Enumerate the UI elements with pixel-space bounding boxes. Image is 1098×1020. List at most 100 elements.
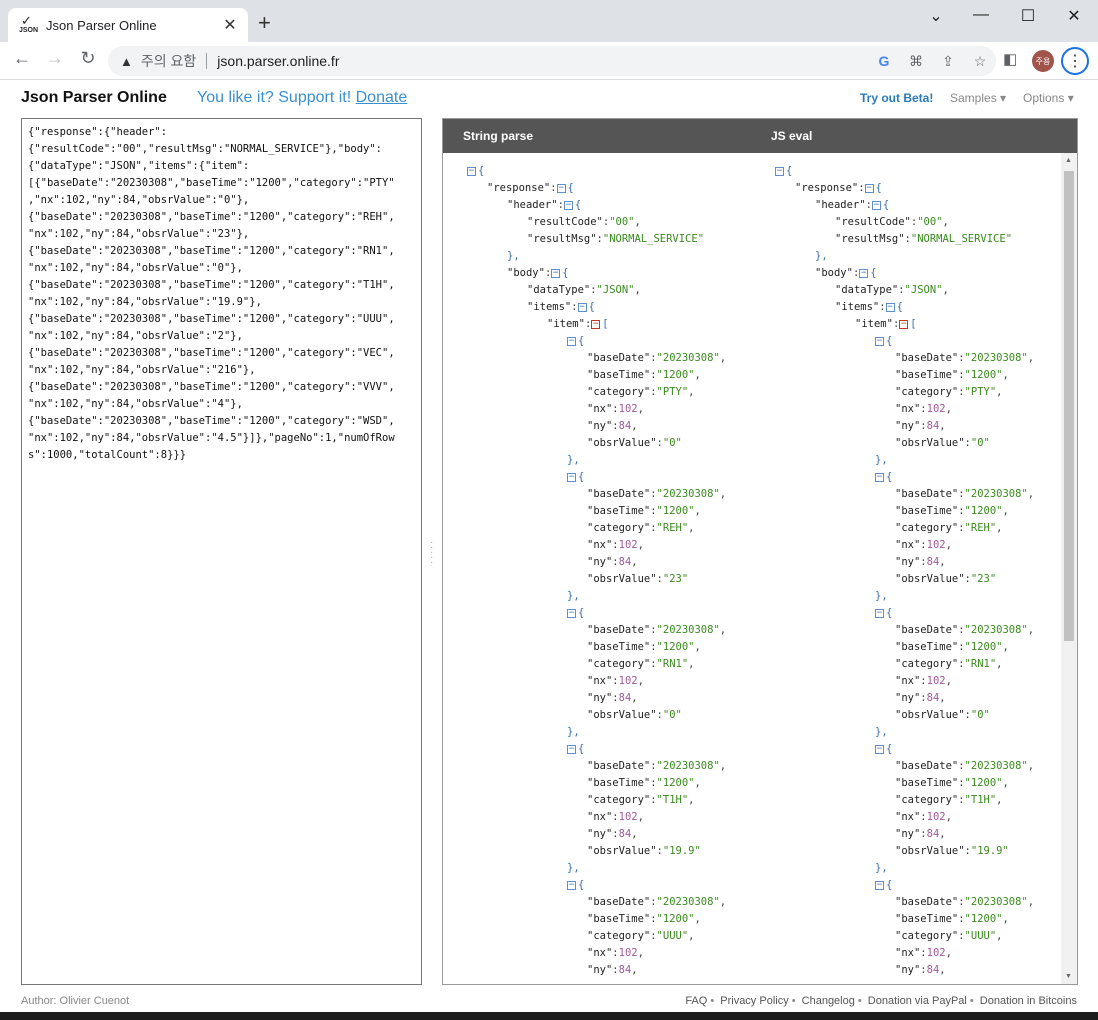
- collapse-toggle-icon[interactable]: −: [775, 166, 784, 176]
- tree-line: "header": −{: [775, 197, 1034, 214]
- tree-punctuation: ,: [688, 386, 695, 398]
- tree-line: "category":"PTY",: [467, 384, 726, 401]
- try-beta-link[interactable]: Try out Beta!: [860, 91, 933, 105]
- google-lens-icon[interactable]: G: [868, 53, 900, 69]
- collapse-toggle-icon[interactable]: −: [567, 744, 576, 754]
- tree-line: −{: [775, 605, 1034, 622]
- collapse-toggle-icon[interactable]: −: [899, 319, 909, 329]
- side-panel-icon[interactable]: ◧: [1003, 50, 1017, 68]
- share-icon[interactable]: ⇪: [932, 53, 964, 70]
- tree-punctuation: ,: [1027, 352, 1035, 364]
- minimize-icon[interactable]: —: [966, 6, 996, 24]
- collapse-toggle-icon[interactable]: −: [567, 336, 576, 346]
- scrollbar-thumb[interactable]: [1064, 171, 1074, 641]
- tree-line: },: [775, 860, 1034, 877]
- collapse-toggle-icon[interactable]: −: [859, 268, 869, 278]
- tree-number-value: 102: [618, 539, 638, 551]
- tree-line: "resultMsg":"NORMAL_SERVICE": [775, 231, 1034, 248]
- collapse-toggle-icon[interactable]: −: [577, 302, 587, 312]
- bitcoin-donation-link[interactable]: Donation in Bitcoins: [980, 995, 1077, 1007]
- tree-line: "baseDate":"20230308",: [467, 758, 726, 775]
- collapse-toggle-icon[interactable]: −: [467, 166, 476, 176]
- privacy-policy-link[interactable]: Privacy Policy: [720, 995, 788, 1007]
- forward-icon[interactable]: →: [42, 48, 68, 69]
- faq-link[interactable]: FAQ: [685, 995, 707, 1007]
- maximize-icon[interactable]: ☐: [1013, 6, 1043, 26]
- address-bar[interactable]: ▲ 주의 요함 json.parser.online.fr G ⌘ ⇪ ☆: [108, 46, 996, 76]
- back-icon[interactable]: ←: [9, 48, 35, 69]
- tree-punctuation: "nx": [587, 539, 613, 551]
- tree-number-value: 84: [926, 828, 940, 840]
- translate-icon[interactable]: ⌘: [900, 53, 932, 70]
- collapse-toggle-icon[interactable]: −: [875, 880, 884, 890]
- tree-number-value: 84: [926, 692, 940, 704]
- tree-punctuation: "baseTime": [587, 641, 651, 653]
- warning-icon[interactable]: ▲: [120, 54, 133, 69]
- not-secure-label[interactable]: 주의 요함: [141, 51, 196, 71]
- tree-punctuation: ,: [631, 828, 638, 840]
- tree-punctuation: ,: [942, 284, 949, 296]
- url-text[interactable]: json.parser.online.fr: [217, 53, 868, 69]
- scroll-up-icon[interactable]: ▲: [1065, 157, 1072, 164]
- collapse-toggle-icon[interactable]: −: [563, 200, 573, 210]
- options-menu[interactable]: Options ▾: [1023, 91, 1074, 105]
- tree-line: "category":"T1H",: [775, 792, 1034, 809]
- json-favicon-icon: ✓ JSON: [19, 13, 39, 34]
- chevron-down-icon[interactable]: ⌄: [921, 6, 951, 26]
- tree-punctuation: ,: [688, 794, 695, 806]
- tree-number-value: 84: [618, 692, 632, 704]
- tree-punctuation: ,: [688, 930, 695, 942]
- tree-punctuation: ,: [1027, 760, 1035, 772]
- site-title: Json Parser Online: [21, 89, 167, 106]
- tree-punctuation: "obsrValue": [895, 845, 965, 857]
- tree-punctuation: {: [588, 301, 595, 313]
- collapse-toggle-icon[interactable]: −: [556, 183, 566, 193]
- collapse-toggle-icon[interactable]: −: [591, 319, 601, 329]
- collapse-toggle-icon[interactable]: −: [875, 608, 884, 618]
- tree-punctuation: "baseDate": [587, 624, 651, 636]
- browser-tab[interactable]: ✓ JSON Json Parser Online ✕: [8, 8, 248, 42]
- tree-number-value: 84: [618, 420, 632, 432]
- kebab-menu-icon[interactable]: ⋮: [1061, 47, 1089, 75]
- panel-splitter-handle[interactable]: · · · · ·: [430, 538, 434, 568]
- tree-punctuation: ,: [694, 641, 701, 653]
- tree-punctuation: "ny": [895, 828, 921, 840]
- tree-punctuation: ,: [939, 964, 946, 976]
- tree-number-value: 102: [618, 403, 638, 415]
- reload-icon[interactable]: ↻: [75, 48, 101, 69]
- collapse-toggle-icon[interactable]: −: [567, 472, 576, 482]
- tree-punctuation: ,: [631, 692, 638, 704]
- tree-line: "category":"T1H",: [467, 792, 726, 809]
- collapse-toggle-icon[interactable]: −: [875, 472, 884, 482]
- tree-punctuation: {: [478, 165, 485, 177]
- changelog-link[interactable]: Changelog: [802, 995, 855, 1007]
- tree-punctuation: ,: [996, 794, 1003, 806]
- donate-link[interactable]: Donate: [356, 89, 408, 106]
- scroll-down-icon[interactable]: ▼: [1065, 973, 1072, 980]
- new-tab-icon[interactable]: +: [258, 12, 271, 34]
- paypal-donation-link[interactable]: Donation via PayPal: [868, 995, 967, 1007]
- collapse-toggle-icon[interactable]: −: [864, 183, 874, 193]
- json-input-editor[interactable]: {"response":{"header": {"resultCode":"00…: [21, 118, 422, 985]
- collapse-toggle-icon[interactable]: −: [567, 880, 576, 890]
- bookmark-star-icon[interactable]: ☆: [964, 53, 996, 70]
- collapse-toggle-icon[interactable]: −: [875, 744, 884, 754]
- tree-punctuation: "baseDate": [587, 760, 651, 772]
- samples-menu[interactable]: Samples ▾: [950, 91, 1006, 105]
- close-window-icon[interactable]: ✕: [1059, 6, 1089, 26]
- close-tab-icon[interactable]: ✕: [222, 15, 238, 35]
- tree-line: −{: [467, 877, 726, 894]
- collapse-toggle-icon[interactable]: −: [875, 336, 884, 346]
- tree-punctuation: ,: [939, 828, 946, 840]
- output-scrollbar[interactable]: ▲ ▼: [1061, 153, 1077, 984]
- collapse-toggle-icon[interactable]: −: [871, 200, 881, 210]
- tree-line: },: [467, 724, 726, 741]
- tree-line: "baseDate":"20230308",: [775, 758, 1034, 775]
- profile-avatar[interactable]: 주용: [1032, 50, 1054, 72]
- tab-title: Json Parser Online: [46, 17, 157, 33]
- tree-line: "response": −{: [467, 180, 726, 197]
- collapse-toggle-icon[interactable]: −: [551, 268, 561, 278]
- collapse-toggle-icon[interactable]: −: [567, 608, 576, 618]
- collapse-toggle-icon[interactable]: −: [885, 302, 895, 312]
- tree-line: "obsrValue":"0": [775, 707, 1034, 724]
